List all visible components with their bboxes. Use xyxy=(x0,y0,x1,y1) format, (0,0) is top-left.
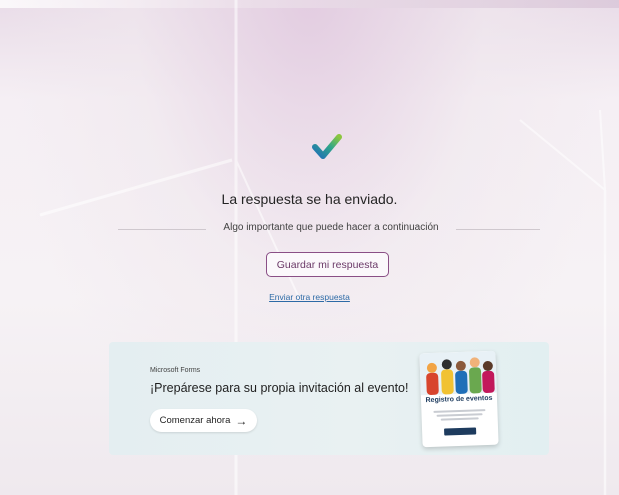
promo-card: Microsoft Forms ¡Prepárese para su propi… xyxy=(109,342,549,455)
event-card-title: Registro de eventos xyxy=(425,394,493,405)
event-card-text-lines xyxy=(431,409,487,423)
promo-brand: Microsoft Forms xyxy=(150,367,201,374)
promo-title: ¡Prepárese para su propia invitación al … xyxy=(150,381,409,395)
event-card-button xyxy=(444,427,477,436)
divider-left xyxy=(118,229,206,230)
save-response-button[interactable]: Guardar mi respuesta xyxy=(266,252,389,277)
confirmation-title: La respuesta se ha enviado. xyxy=(221,191,398,207)
start-now-button[interactable]: Comenzar ahora → xyxy=(150,409,257,432)
checkmark-icon xyxy=(312,134,342,159)
start-now-label: Comenzar ahora xyxy=(159,415,231,426)
confirmation-view: La respuesta se ha enviado. Algo importa… xyxy=(0,0,619,495)
next-step-subtitle: Algo importante que puede hacer a contin… xyxy=(223,222,439,233)
divider-right xyxy=(456,229,540,230)
event-registration-card: Registro de eventos xyxy=(419,350,499,448)
people-illustration xyxy=(419,350,497,396)
send-another-response-link[interactable]: Enviar otra respuesta xyxy=(0,292,619,302)
arrow-right-icon: → xyxy=(235,413,248,428)
